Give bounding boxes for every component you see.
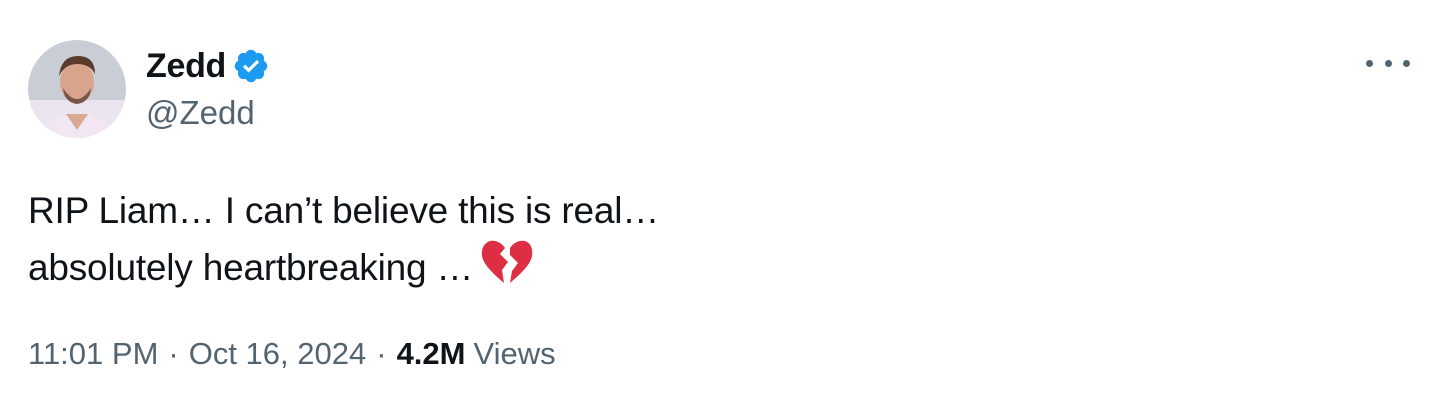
tweet-text-line: absolutely heartbreaking … [28, 239, 1412, 296]
tweet-card: Zedd @Zedd RIP Liam… I can’t believe thi… [0, 0, 1440, 418]
tweet-text-line: RIP Liam… I can’t believe this is real… [28, 190, 660, 231]
more-options-icon[interactable] [1366, 48, 1410, 78]
user-handle[interactable]: @Zedd [146, 94, 270, 132]
views-count[interactable]: 4.2M [397, 336, 466, 372]
author-info: Zedd @Zedd [146, 40, 270, 132]
name-row: Zedd [146, 46, 270, 86]
more-dot [1366, 59, 1373, 67]
meta-separator: · [376, 336, 387, 371]
tweet-date[interactable]: Oct 16, 2024 [189, 336, 367, 372]
tweet-meta: 11:01 PM · Oct 16, 2024 · 4.2M Views [28, 336, 556, 372]
verified-badge-icon[interactable] [232, 47, 270, 85]
tweet-header: Zedd @Zedd [28, 40, 1412, 140]
avatar[interactable] [28, 40, 126, 138]
broken-heart-icon [481, 240, 533, 286]
meta-separator: · [168, 336, 179, 371]
display-name[interactable]: Zedd [146, 47, 226, 86]
profile-photo-icon [28, 40, 126, 138]
views-label[interactable]: Views [473, 336, 555, 372]
more-dot [1403, 59, 1410, 67]
tweet-text: RIP Liam… I can’t believe this is real… … [28, 182, 1412, 296]
more-dot [1384, 59, 1392, 67]
tweet-text-line-content: absolutely heartbreaking … [28, 247, 474, 288]
tweet-time[interactable]: 11:01 PM [28, 336, 158, 372]
